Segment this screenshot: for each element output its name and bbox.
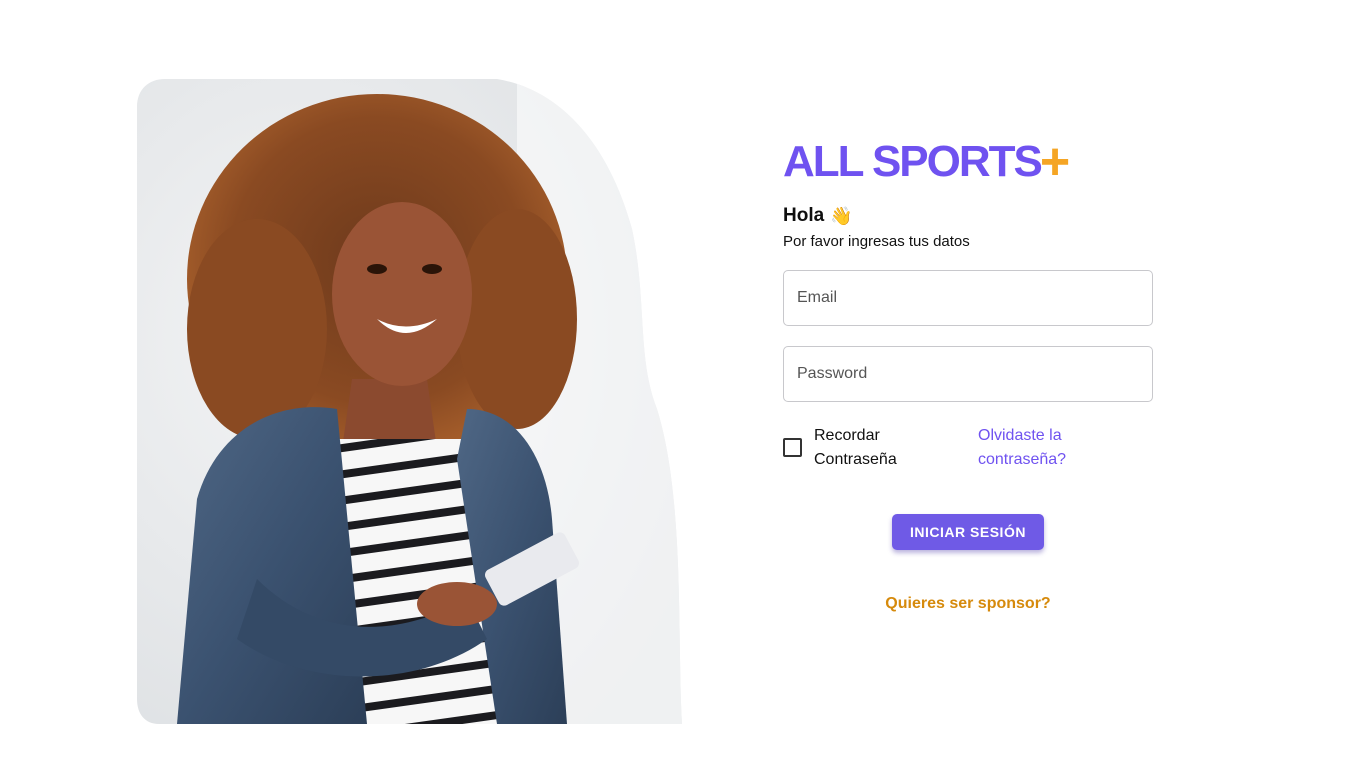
greeting: Hola 👋 [783,204,1153,228]
hero-photo [137,79,685,724]
email-input[interactable] [797,271,1139,325]
login-panel: ALL SPORTS + Hola 👋 Por favor ingresas t… [783,133,1153,613]
subtitle: Por favor ingresas tus datos [783,233,970,250]
brand-plus-icon: + [1038,133,1069,191]
login-page: ALL SPORTS + Hola 👋 Por favor ingresas t… [0,0,1366,768]
person-photo-icon [137,79,682,724]
brand-logo-text: ALL SPORTS [783,137,1043,186]
login-button[interactable]: INICIAR SESIÓN [892,514,1044,550]
remember-label: Recordar Contraseña [814,427,897,468]
email-field [783,270,1153,326]
password-input[interactable] [797,347,1139,401]
remember-checkbox[interactable] [783,438,802,457]
waving-hand-icon: 👋 [830,206,853,226]
sponsor-link[interactable]: Quieres ser sponsor? [783,595,1153,613]
brand-logo: ALL SPORTS + [783,133,1153,191]
login-options: Recordar Contraseña Olvidaste la contras… [783,424,1153,472]
password-field [783,346,1153,402]
forgot-password-link[interactable]: Olvidaste la contraseña? [978,424,1088,472]
greeting-text: Hola [783,205,825,226]
